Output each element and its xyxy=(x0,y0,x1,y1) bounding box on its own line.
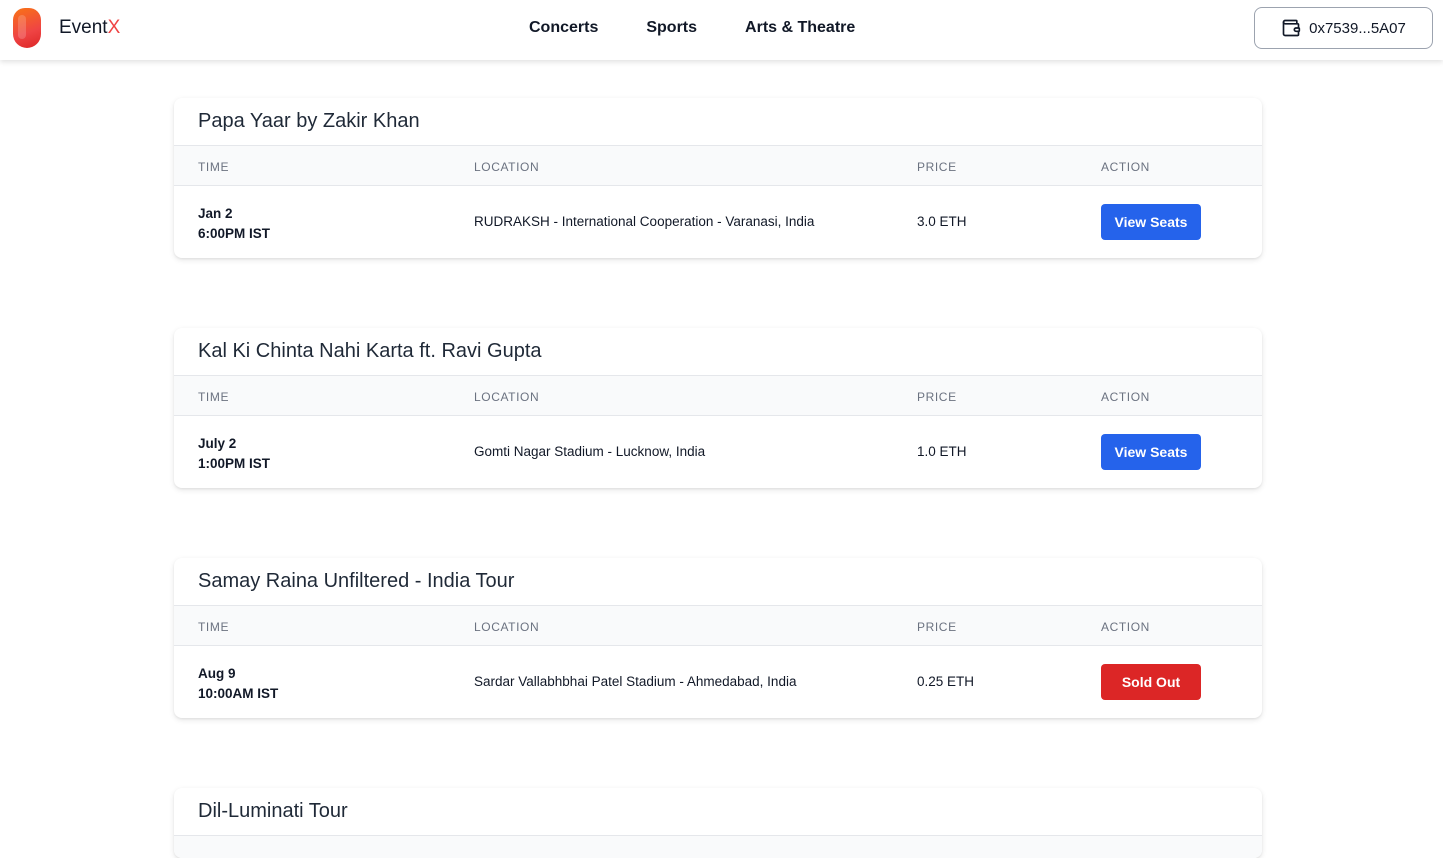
table-header: TIME LOCATION PRICE ACTION xyxy=(174,375,1262,416)
event-date: Aug 9 xyxy=(198,666,236,681)
table-row: Jan 2 6:00PM IST RUDRAKSH - Internationa… xyxy=(174,186,1262,258)
column-header-time: TIME xyxy=(198,620,230,634)
table-row: July 2 1:00PM IST Gomti Nagar Stadium - … xyxy=(174,416,1262,488)
nav-link-sports[interactable]: Sports xyxy=(646,19,697,37)
event-title: Dil-Luminati Tour xyxy=(198,800,348,822)
column-header-time: TIME xyxy=(198,160,230,174)
event-card: Kal Ki Chinta Nahi Karta ft. Ravi Gupta … xyxy=(174,328,1262,488)
nav-link-concerts[interactable]: Concerts xyxy=(529,19,598,37)
top-navbar: EventX Concerts Sports Arts & Theatre 0x… xyxy=(0,0,1443,60)
event-location: Gomti Nagar Stadium - Lucknow, India xyxy=(474,444,706,459)
event-datetime: Jan 2 6:00PM IST xyxy=(198,204,270,244)
table-header: TIME LOCATION PRICE ACTION xyxy=(174,145,1262,186)
table-header: TIME LOCATION PRICE ACTION xyxy=(174,605,1262,646)
view-seats-button[interactable]: View Seats xyxy=(1101,204,1201,240)
event-card: Papa Yaar by Zakir Khan TIME LOCATION PR… xyxy=(174,98,1262,258)
event-date: Jan 2 xyxy=(198,206,233,221)
table-header xyxy=(174,835,1262,858)
event-price: 1.0 ETH xyxy=(917,444,967,459)
main-nav: Concerts Sports Arts & Theatre xyxy=(529,19,855,37)
event-datetime: Aug 9 10:00AM IST xyxy=(198,664,278,704)
event-title: Papa Yaar by Zakir Khan xyxy=(198,110,420,132)
column-header-location: LOCATION xyxy=(474,390,540,404)
event-time: 10:00AM IST xyxy=(198,686,279,701)
column-header-action: ACTION xyxy=(1101,620,1150,634)
event-price: 3.0 ETH xyxy=(917,214,967,229)
event-price: 0.25 ETH xyxy=(917,674,975,689)
nav-link-arts-theatre[interactable]: Arts & Theatre xyxy=(745,19,855,37)
sold-out-button[interactable]: Sold Out xyxy=(1101,664,1201,700)
wallet-icon xyxy=(1282,19,1301,37)
column-header-action: ACTION xyxy=(1101,390,1150,404)
brand-name[interactable]: EventX xyxy=(59,17,120,39)
event-date: July 2 xyxy=(198,436,237,451)
column-header-price: PRICE xyxy=(917,160,957,174)
event-card: Dil-Luminati Tour xyxy=(174,788,1262,858)
wallet-address: 0x7539...5A07 xyxy=(1309,19,1406,37)
column-header-location: LOCATION xyxy=(474,620,540,634)
event-time: 6:00PM IST xyxy=(198,226,271,241)
event-location: RUDRAKSH - International Cooperation - V… xyxy=(474,214,815,229)
table-row: Aug 9 10:00AM IST Sardar Vallabhbhai Pat… xyxy=(174,646,1262,718)
events-list: Papa Yaar by Zakir Khan TIME LOCATION PR… xyxy=(0,60,1443,858)
event-datetime: July 2 1:00PM IST xyxy=(198,434,270,474)
column-header-location: LOCATION xyxy=(474,160,540,174)
logo-icon[interactable] xyxy=(13,8,41,48)
view-seats-button[interactable]: View Seats xyxy=(1101,434,1201,470)
column-header-time: TIME xyxy=(198,390,230,404)
wallet-button[interactable]: 0x7539...5A07 xyxy=(1254,7,1433,49)
event-time: 1:00PM IST xyxy=(198,456,271,471)
column-header-action: ACTION xyxy=(1101,160,1150,174)
event-title: Samay Raina Unfiltered - India Tour xyxy=(198,570,515,592)
event-location: Sardar Vallabhbhai Patel Stadium - Ahmed… xyxy=(474,674,797,689)
column-header-price: PRICE xyxy=(917,620,957,634)
event-card: Samay Raina Unfiltered - India Tour TIME… xyxy=(174,558,1262,718)
event-title: Kal Ki Chinta Nahi Karta ft. Ravi Gupta xyxy=(198,340,542,362)
column-header-price: PRICE xyxy=(917,390,957,404)
